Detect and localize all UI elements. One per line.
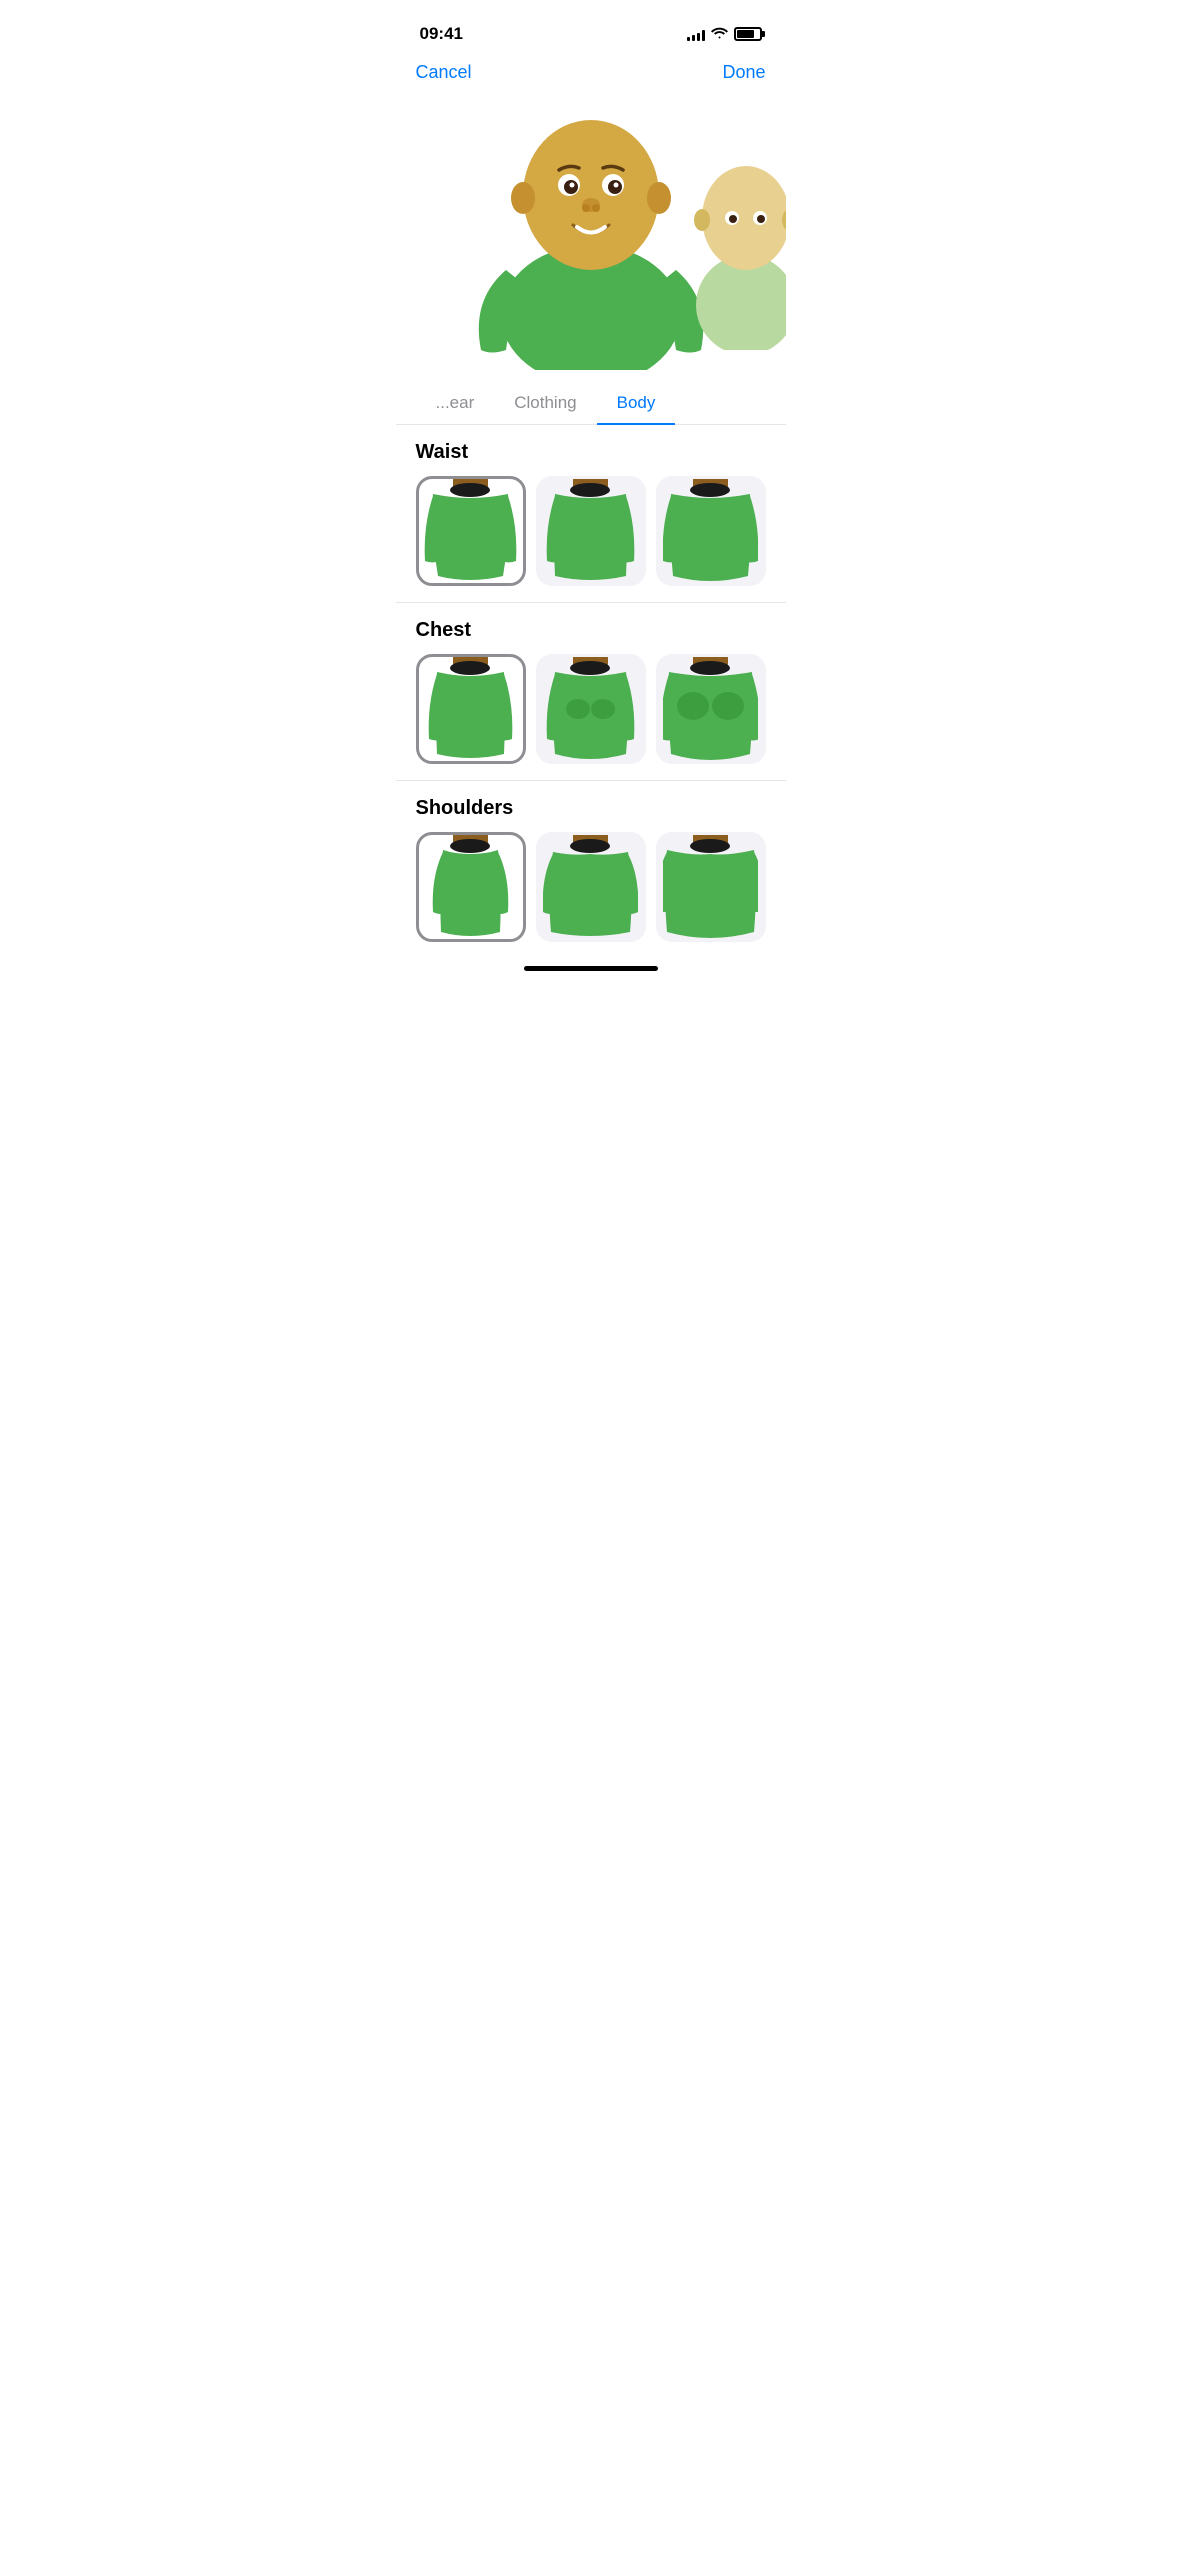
done-button[interactable]: Done	[722, 62, 765, 83]
wifi-icon	[711, 26, 728, 42]
signal-icon	[687, 27, 705, 41]
shoulders-item-2[interactable]	[536, 832, 646, 942]
chest-items	[416, 654, 766, 780]
status-icons	[687, 26, 762, 42]
chest-item-2[interactable]	[536, 654, 646, 764]
nav-bar: Cancel Done	[396, 54, 786, 95]
avatar-area	[396, 95, 786, 375]
chest-title: Chest	[416, 619, 766, 642]
chest-section: Chest	[396, 603, 786, 780]
waist-item-3[interactable]	[656, 476, 766, 586]
shoulders-item-3[interactable]	[656, 832, 766, 942]
waist-item-1[interactable]	[416, 476, 526, 586]
waist-items	[416, 476, 766, 602]
shoulders-items	[416, 832, 766, 958]
home-indicator	[396, 958, 786, 977]
cancel-button[interactable]: Cancel	[416, 62, 472, 83]
status-time: 09:41	[420, 24, 463, 44]
battery-fill	[737, 30, 755, 38]
status-bar: 09:41	[396, 0, 786, 54]
home-bar	[524, 966, 658, 971]
shoulders-section: Shoulders	[396, 781, 786, 958]
tab-body[interactable]: Body	[597, 383, 676, 425]
tab-headwear[interactable]: ...ear	[416, 383, 495, 424]
shoulders-title: Shoulders	[416, 797, 766, 820]
waist-section: Waist	[396, 425, 786, 602]
tab-bar: ...ear Clothing Body	[396, 383, 786, 425]
waist-item-2[interactable]	[536, 476, 646, 586]
waist-title: Waist	[416, 441, 766, 464]
chest-item-1[interactable]	[416, 654, 526, 764]
shoulders-item-1[interactable]	[416, 832, 526, 942]
battery-icon	[734, 27, 762, 41]
secondary-avatar	[686, 150, 786, 355]
sections-container: Waist	[396, 425, 786, 958]
tab-clothing[interactable]: Clothing	[494, 383, 596, 424]
chest-item-3[interactable]	[656, 654, 766, 764]
